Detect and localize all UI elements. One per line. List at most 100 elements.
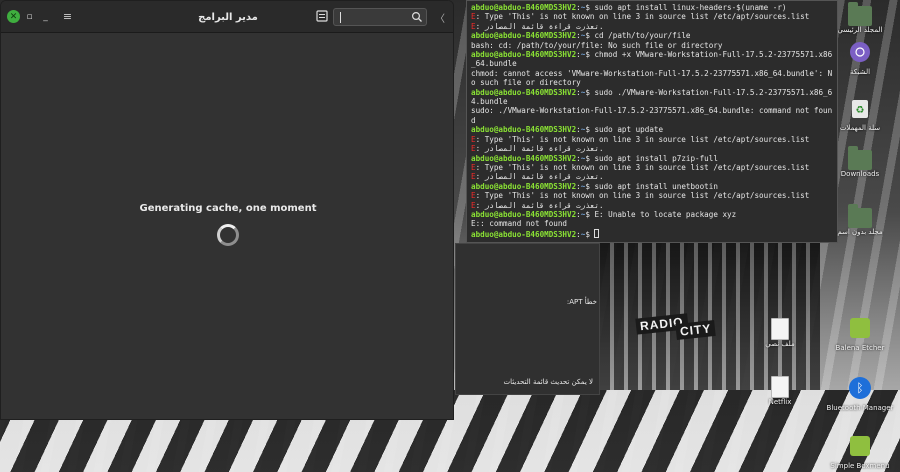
folder-icon xyxy=(848,204,872,228)
terminal-prompt: abduo@abduo-B460MDS3HV2 xyxy=(471,229,577,239)
search-input[interactable] xyxy=(333,8,427,26)
terminal-text: sudo: ./VMware-Workstation-Full-17.5.2-2… xyxy=(471,106,833,125)
terminal-line: abduo@abduo-B460MDS3HV2:~$ sudo apt inst… xyxy=(471,154,833,163)
terminal-line: E:: command not found xyxy=(471,219,833,228)
app-icon xyxy=(822,316,898,344)
installed-list-button[interactable] xyxy=(315,10,329,24)
titlebar: مدير البرامج ✕ ▫ _ ≡ 〈 xyxy=(1,1,453,33)
terminal-prompt: abduo@abduo-B460MDS3HV2 xyxy=(471,181,577,191)
desktop-icon-home[interactable]: المجلد الرئيسي xyxy=(822,2,898,35)
desktop-icon-balena-etcher[interactable]: Balena Etcher xyxy=(822,316,898,353)
update-manager-window: خطأ APT: لا يمكن تحديث قائمة التحديثات xyxy=(455,243,600,395)
desktop-icon-label: Simple Boxmenu xyxy=(830,462,890,470)
terminal-text: $ cd /path/to/your/file xyxy=(585,31,691,41)
terminal-line: abduo@abduo-B460MDS3HV2:~$ chmod +x VMwa… xyxy=(471,50,833,69)
terminal-text: : تعذرت قراءة قائمة المصادر. xyxy=(475,200,604,210)
desktop-icon-label: مجلد بدون اسم xyxy=(837,228,883,236)
terminal-line: E: Type 'This' is not known on line 3 in… xyxy=(471,135,833,144)
desktop-icon-network[interactable]: الشبكة xyxy=(822,40,898,77)
svg-text:ᛒ: ᛒ xyxy=(856,381,863,395)
desktop-icon-label: Bluetooth Manager xyxy=(826,404,894,412)
chevron-left-icon: 〈 xyxy=(435,14,445,25)
terminal-line: E: Type 'This' is not known on line 3 in… xyxy=(471,191,833,200)
text-caret xyxy=(340,12,341,23)
bluetooth-icon: ᛒ xyxy=(822,376,898,404)
terminal-text: $ sudo apt install linux-headers-$(uname… xyxy=(585,3,787,12)
terminal-text: $ xyxy=(585,229,595,239)
terminal-window[interactable]: abduo@abduo-B460MDS3HV2:~$ sudo apt inst… xyxy=(466,0,838,243)
desktop-icon-label: الشبكة xyxy=(849,68,871,76)
terminal-text: $ sudo apt update xyxy=(585,125,664,135)
maximize-icon: ▫ xyxy=(26,11,33,22)
terminal-prompt: abduo@abduo-B460MDS3HV2 xyxy=(471,50,577,60)
window-title-text: مدير البرامج xyxy=(198,11,258,23)
cannot-update-label: لا يمكن تحديث قائمة التحديثات xyxy=(503,378,593,386)
menu-button[interactable]: ≡ xyxy=(61,10,74,23)
desktop-icon-boxmenu[interactable]: Simple Boxmenu xyxy=(822,434,898,471)
terminal-prompt: abduo@abduo-B460MDS3HV2 xyxy=(471,31,577,41)
terminal-text: $ sudo apt install p7zip-full xyxy=(585,153,718,163)
apt-error-label: خطأ APT: xyxy=(566,298,597,306)
terminal-line: E: تعذرت قراءة قائمة المصادر. xyxy=(471,144,833,153)
software-manager-window: مدير البرامج ✕ ▫ _ ≡ 〈 Generating cache,… xyxy=(0,0,454,420)
desktop-icon-label: ملف نصي xyxy=(765,340,795,348)
link-file-icon xyxy=(771,376,789,398)
terminal-line: abduo@abduo-B460MDS3HV2:~$ sudo apt inst… xyxy=(471,3,833,12)
list-icon xyxy=(316,10,328,22)
desktop-icon-label: سلة المهملات xyxy=(839,124,881,132)
terminal-text: E:: command not found xyxy=(471,219,568,229)
terminal-line: sudo: ./VMware-Workstation-Full-17.5.2-2… xyxy=(471,106,833,125)
app-icon xyxy=(822,434,898,462)
terminal-prompt: abduo@abduo-B460MDS3HV2 xyxy=(471,87,577,97)
desktop-icon-text-file[interactable]: ملف نصي xyxy=(742,318,818,349)
terminal-text: : Type 'This' is not known on line 3 in … xyxy=(475,134,810,144)
terminal-output: abduo@abduo-B460MDS3HV2:~$ sudo apt inst… xyxy=(471,3,833,239)
terminal-text: $ E: Unable to locate package xyz xyxy=(585,209,737,219)
minimize-icon: _ xyxy=(43,11,48,22)
terminal-text: $ sudo apt install unetbootin xyxy=(585,181,718,191)
terminal-prompt: abduo@abduo-B460MDS3HV2 xyxy=(471,125,577,135)
back-button[interactable]: 〈 xyxy=(435,10,445,25)
terminal-text: : Type 'This' is not known on line 3 in … xyxy=(475,12,810,22)
terminal-line: abduo@abduo-B460MDS3HV2:~$ cd /path/to/y… xyxy=(471,31,833,40)
desktop-icon-bluetooth-manager[interactable]: ᛒ Bluetooth Manager xyxy=(822,376,898,413)
terminal-text: bash: cd: /path/to/your/file: No such fi… xyxy=(471,40,723,50)
terminal-text: chmod: cannot access 'VMware-Workstation… xyxy=(471,68,833,88)
terminal-prompt: abduo@abduo-B460MDS3HV2 xyxy=(471,3,577,12)
terminal-line: bash: cd: /path/to/your/file: No such fi… xyxy=(471,41,833,50)
close-icon: ✕ xyxy=(9,11,18,22)
terminal-prompt: abduo@abduo-B460MDS3HV2 xyxy=(471,209,577,219)
terminal-text: : Type 'This' is not known on line 3 in … xyxy=(475,162,810,172)
terminal-text: : تعذرت قراءة قائمة المصادر. xyxy=(475,144,604,154)
terminal-line: abduo@abduo-B460MDS3HV2:~$ sudo ./VMware… xyxy=(471,88,833,107)
trash-icon: ♻ xyxy=(822,96,898,124)
terminal-line: E: تعذرت قراءة قائمة المصادر. xyxy=(471,22,833,31)
terminal-prompt: abduo@abduo-B460MDS3HV2 xyxy=(471,153,577,163)
minimize-button[interactable]: _ xyxy=(39,10,52,23)
maximize-button[interactable]: ▫ xyxy=(23,10,36,23)
desktop-icon-label: Balena Etcher xyxy=(835,344,885,352)
hamburger-icon: ≡ xyxy=(62,10,73,23)
spinner-icon xyxy=(217,224,239,246)
desktop-icon-downloads[interactable]: Downloads xyxy=(822,146,898,179)
terminal-text: : تعذرت قراءة قائمة المصادر. xyxy=(475,21,604,31)
text-file-icon xyxy=(771,318,789,340)
terminal-text: : Type 'This' is not known on line 3 in … xyxy=(475,191,810,201)
desktop-icon-netflix[interactable]: Netflix xyxy=(742,376,818,407)
terminal-line: E: تعذرت قراءة قائمة المصادر. xyxy=(471,201,833,210)
folder-icon xyxy=(848,146,872,170)
close-button[interactable]: ✕ xyxy=(7,10,20,23)
terminal-line: E: تعذرت قراءة قائمة المصادر. xyxy=(471,172,833,181)
terminal-line: chmod: cannot access 'VMware-Workstation… xyxy=(471,69,833,88)
terminal-line: abduo@abduo-B460MDS3HV2:~$ E: Unable to … xyxy=(471,210,833,219)
terminal-line: abduo@abduo-B460MDS3HV2:~$ sudo apt inst… xyxy=(471,182,833,191)
terminal-line: abduo@abduo-B460MDS3HV2:~$ xyxy=(471,228,833,239)
desktop-icon-trash[interactable]: ♻ سلة المهملات xyxy=(822,96,898,133)
terminal-line: E: Type 'This' is not known on line 3 in… xyxy=(471,12,833,21)
desktop-icon-label: Netflix xyxy=(768,398,792,406)
terminal-line: E: Type 'This' is not known on line 3 in… xyxy=(471,163,833,172)
network-icon xyxy=(822,40,898,68)
loading-text: Generating cache, one moment xyxy=(139,203,317,214)
terminal-text: : تعذرت قراءة قائمة المصادر. xyxy=(475,172,604,182)
desktop-icon-untitled-folder[interactable]: مجلد بدون اسم xyxy=(822,204,898,237)
